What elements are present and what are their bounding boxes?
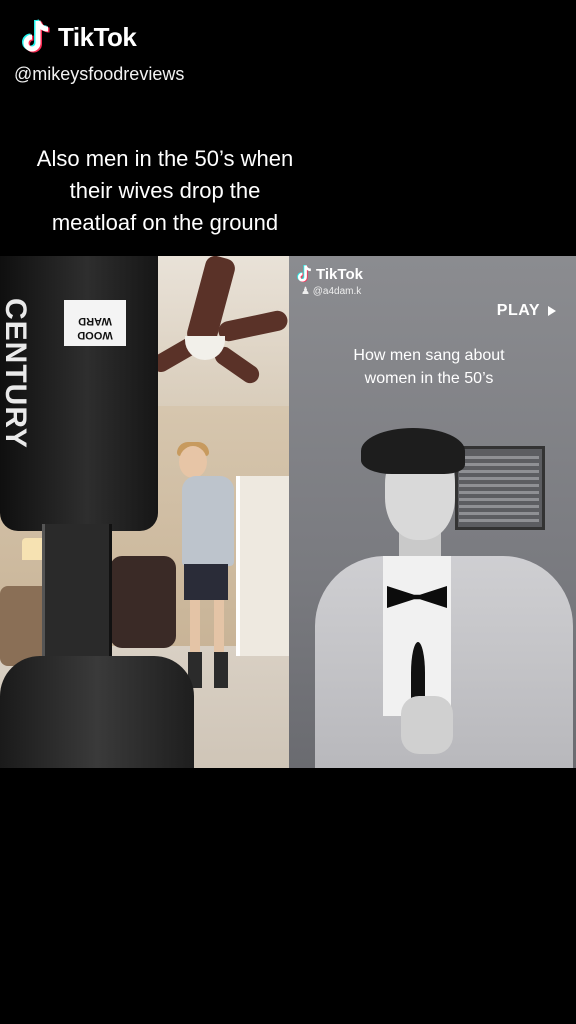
inner-brand-row: TikTok (295, 264, 363, 284)
bag-brand: CENTURY (0, 298, 32, 449)
caption-line: Also men in the 50’s when (36, 146, 294, 171)
person-leg (190, 600, 200, 652)
person-leg (214, 600, 224, 652)
punching-bag: WOOD WARD CENTURY (0, 256, 158, 531)
inner-caption: How men sang about women in the 50’s (319, 344, 539, 390)
knife (411, 642, 425, 704)
video-caption: Also men in the 50’s when their wives dr… (0, 143, 330, 239)
person-shirt (182, 476, 234, 566)
inner-handle-text: @a4dam.k (312, 286, 362, 297)
creator-handle: @mikeysfoodreviews (14, 64, 185, 84)
caption-line: meatloaf on the ground (51, 210, 279, 235)
inner-caption-line: How men sang about (353, 347, 505, 364)
brand-row: TikTok (18, 18, 184, 56)
punching-bag-base (0, 656, 194, 768)
inner-tiktok-watermark: TikTok ♟ @a4dam.k (295, 264, 363, 297)
user-icon: ♟ (301, 286, 310, 297)
bag-label: WOOD WARD (64, 300, 126, 346)
person-head (179, 446, 207, 478)
inner-caption-line: women in the 50’s (364, 370, 494, 387)
brand-name: TikTok (58, 21, 137, 52)
right-video-pane[interactable]: TikTok ♟ @a4dam.k PLAY How men sang abou… (289, 256, 576, 768)
tiktok-watermark: TikTok @mikeysfoodreviews (14, 18, 184, 85)
poster-content (459, 456, 539, 522)
person-hand (401, 696, 453, 754)
inner-brand-name: TikTok (316, 265, 363, 283)
play-text: PLAY (496, 302, 540, 319)
tiktok-logo-icon (22, 19, 50, 53)
person-shorts (184, 564, 228, 600)
caption-line: their wives drop the (69, 178, 261, 203)
left-video-pane[interactable]: WOOD WARD CENTURY (0, 256, 289, 768)
person-hair (361, 428, 465, 474)
play-label: PLAY (497, 302, 556, 320)
armchair (110, 556, 176, 648)
doorway (236, 476, 289, 656)
inner-creator-handle: ♟ @a4dam.k (301, 286, 363, 297)
tiktok-logo-icon (297, 265, 311, 283)
play-triangle-icon (548, 306, 556, 316)
person-sock (214, 652, 228, 688)
duet-video[interactable]: WOOD WARD CENTURY TikTok ♟ @a4dam.k PLAY… (0, 256, 576, 768)
